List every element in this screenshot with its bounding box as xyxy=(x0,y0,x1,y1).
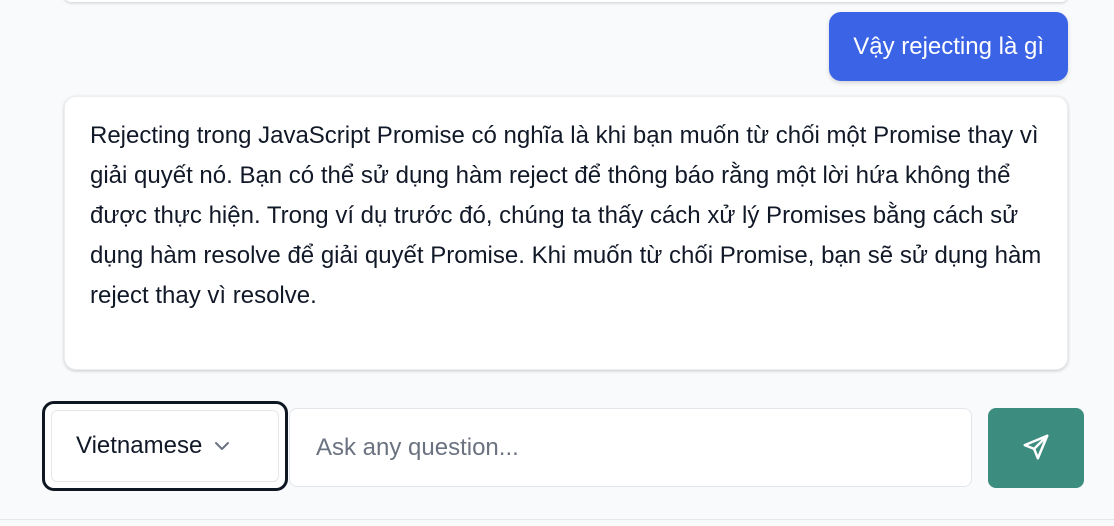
input-bar: Vietnamese xyxy=(0,398,1114,498)
assistant-message-text: Rejecting trong JavaScript Promise có ng… xyxy=(90,122,1042,309)
send-icon xyxy=(1021,432,1051,465)
previous-message-card xyxy=(64,0,1068,2)
user-message-bubble: Vậy rejecting là gì xyxy=(829,12,1068,81)
footer-divider xyxy=(0,519,1114,520)
language-select[interactable]: Vietnamese xyxy=(42,401,288,491)
language-select-field[interactable]: Vietnamese xyxy=(51,410,279,482)
send-button[interactable] xyxy=(988,408,1084,488)
chevron-down-icon xyxy=(212,436,232,456)
language-select-value: Vietnamese xyxy=(76,432,203,459)
assistant-message-card: Rejecting trong JavaScript Promise có ng… xyxy=(64,96,1068,370)
chat-history: Vậy rejecting là gì Rejecting trong Java… xyxy=(0,0,1114,390)
user-message-text: Vậy rejecting là gì xyxy=(853,33,1044,60)
question-input[interactable] xyxy=(289,408,972,487)
